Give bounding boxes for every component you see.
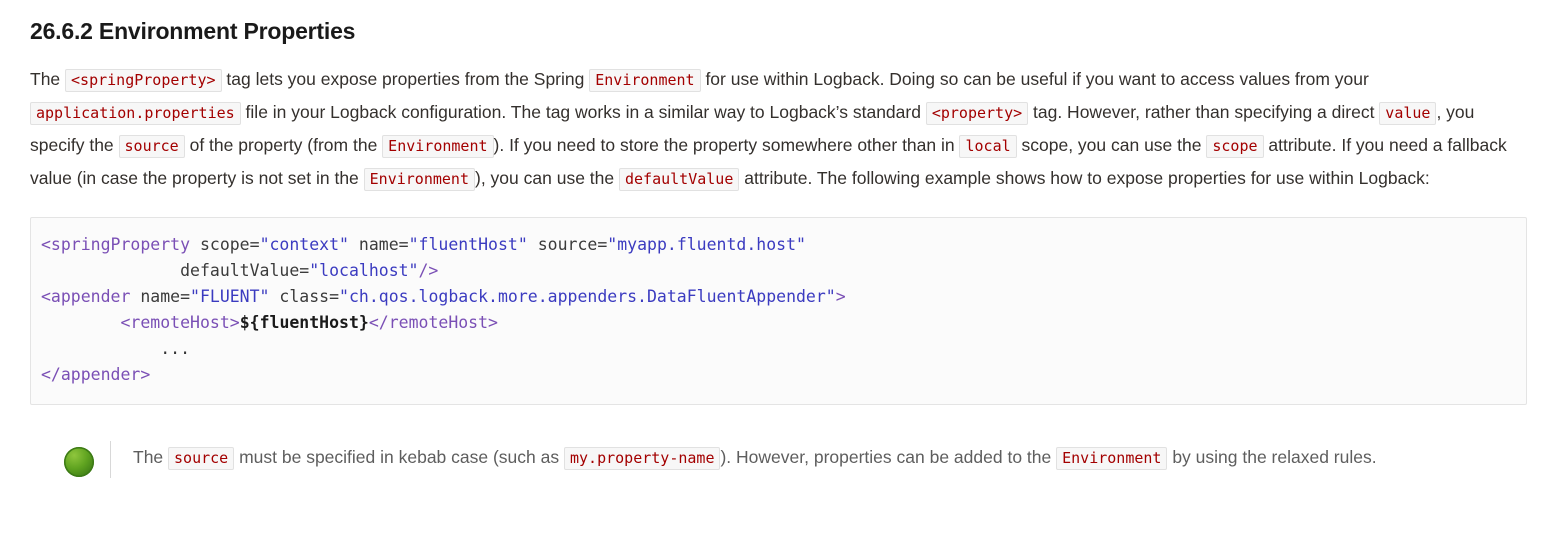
code-value-defaultvalue: "localhost" xyxy=(309,261,418,280)
inline-code-environment-4: Environment xyxy=(1056,447,1167,470)
inline-code-property: <property> xyxy=(926,102,1028,125)
inline-code-environment-3: Environment xyxy=(364,168,475,191)
note-text-1: The xyxy=(133,447,168,467)
code-close-appender-open: > xyxy=(836,287,846,306)
code-value-name-1: "fluentHost" xyxy=(409,235,528,254)
code-indent-5 xyxy=(41,339,160,358)
para-text-3: for use within Logback. Doing so can be … xyxy=(701,69,1369,89)
code-indent-4 xyxy=(41,313,120,332)
page-title: 26.6.2 Environment Properties xyxy=(30,18,1526,45)
para-text-5: tag. However, rather than specifying a d… xyxy=(1028,102,1379,122)
code-attr-class: class= xyxy=(270,287,340,306)
note-text-4: by using the relaxed rules. xyxy=(1167,447,1376,467)
para-text-8: ). If you need to store the property som… xyxy=(494,135,960,155)
inline-code-source-1: source xyxy=(119,135,185,158)
intro-paragraph: The <springProperty> tag lets you expose… xyxy=(30,63,1526,195)
note-body: The source must be specified in kebab ca… xyxy=(110,441,1526,478)
para-text-2: tag lets you expose properties from the … xyxy=(222,69,590,89)
code-ellipsis: ... xyxy=(160,339,190,358)
code-tag-appender: <appender xyxy=(41,287,130,306)
inline-code-springproperty: <springProperty> xyxy=(65,69,222,92)
note-paragraph: The source must be specified in kebab ca… xyxy=(133,441,1483,474)
code-indent-2 xyxy=(41,261,180,280)
code-attr-source: source= xyxy=(528,235,607,254)
code-tag-remotehost-open: <remoteHost> xyxy=(120,313,239,332)
para-text-9: scope, you can use the xyxy=(1017,135,1207,155)
spring-leaf-icon xyxy=(64,447,94,477)
documentation-page: 26.6.2 Environment Properties The <sprin… xyxy=(0,0,1548,478)
code-variable-fluenthost: ${fluentHost} xyxy=(240,313,369,332)
code-tag-springproperty: <springProperty xyxy=(41,235,190,254)
code-attr-defaultvalue: defaultValue= xyxy=(180,261,309,280)
code-tag-appender-close: </appender> xyxy=(41,365,150,384)
code-value-scope: "context" xyxy=(260,235,349,254)
inline-code-scope: scope xyxy=(1206,135,1263,158)
para-text-11: ), you can use the xyxy=(475,168,619,188)
code-value-source: "myapp.fluentd.host" xyxy=(607,235,806,254)
code-tag-remotehost-close: </remoteHost> xyxy=(369,313,498,332)
para-text-4: file in your Logback configuration. The … xyxy=(241,102,926,122)
para-text-1: The xyxy=(30,69,65,89)
inline-code-application-properties: application.properties xyxy=(30,102,241,125)
para-text-12: attribute. The following example shows h… xyxy=(739,168,1429,188)
note-icon-cell xyxy=(48,441,110,477)
note-text-3: ). However, properties can be added to t… xyxy=(720,447,1056,467)
inline-code-environment-2: Environment xyxy=(382,135,493,158)
inline-code-value: value xyxy=(1379,102,1436,125)
inline-code-environment-1: Environment xyxy=(589,69,700,92)
para-text-7: of the property (from the xyxy=(185,135,382,155)
code-listing: <springProperty scope="context" name="fl… xyxy=(41,232,1510,388)
note-text-2: must be specified in kebab case (such as xyxy=(234,447,564,467)
inline-code-defaultvalue: defaultValue xyxy=(619,168,739,191)
note-admonition: The source must be specified in kebab ca… xyxy=(48,441,1526,478)
inline-code-my-property-name: my.property-name xyxy=(564,447,721,470)
code-attr-scope: scope= xyxy=(190,235,260,254)
code-attr-name-2: name= xyxy=(130,287,190,306)
inline-code-source-2: source xyxy=(168,447,234,470)
code-value-class: "ch.qos.logback.more.appenders.DataFluen… xyxy=(339,287,836,306)
code-selfclose-springproperty: /> xyxy=(419,261,439,280)
inline-code-local: local xyxy=(959,135,1016,158)
code-block[interactable]: <springProperty scope="context" name="fl… xyxy=(30,217,1527,405)
code-value-name-2: "FLUENT" xyxy=(190,287,269,306)
code-attr-name-1: name= xyxy=(349,235,409,254)
